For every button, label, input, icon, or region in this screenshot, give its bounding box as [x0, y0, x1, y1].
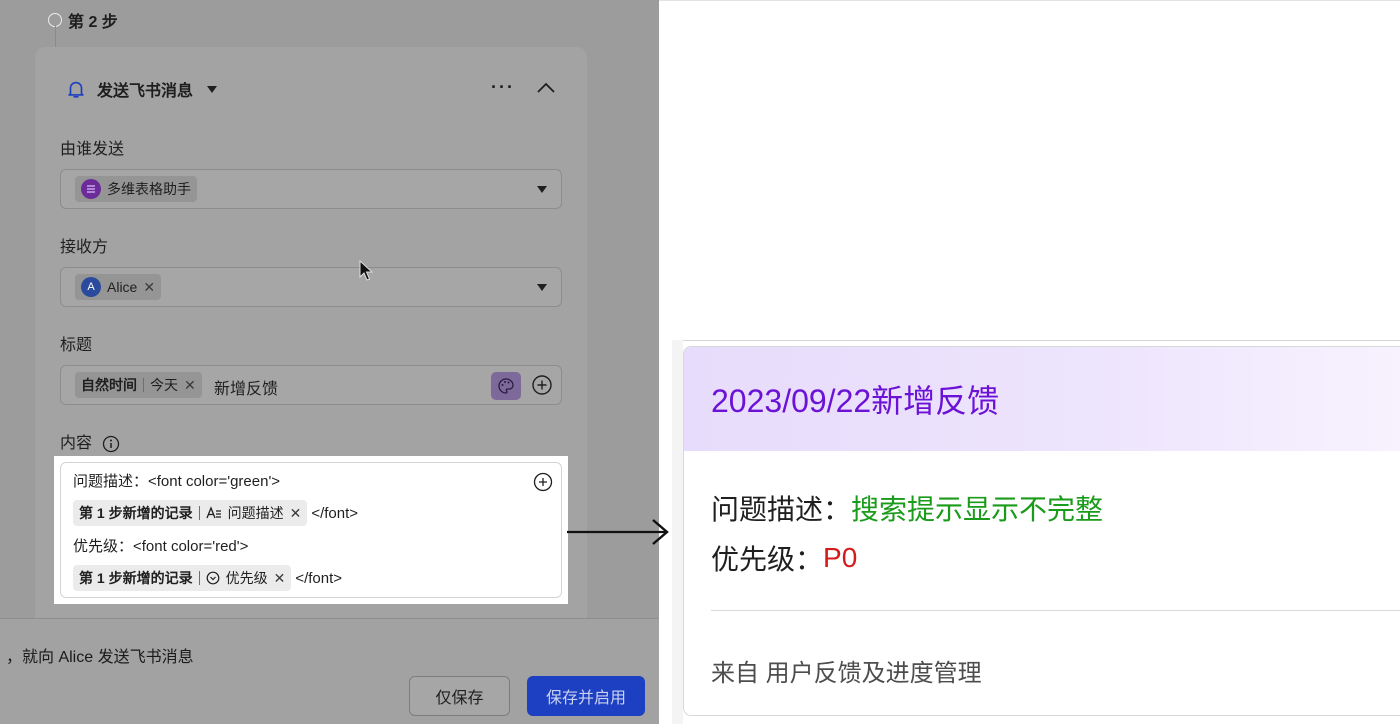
content-line-3: 优先级：<font color='red'> — [73, 535, 248, 556]
preview-line-description: 问题描述： 搜索提示显示不完整 — [711, 483, 1103, 533]
style-palette-button[interactable] — [491, 372, 521, 400]
title-text: 新增反馈 — [214, 381, 279, 398]
chip-field-name: 优先级 — [225, 570, 268, 586]
save-and-enable-button[interactable]: 保存并启用 — [527, 676, 645, 716]
step-label: 第 2 步 — [68, 14, 118, 31]
content-line-2-text: </font> — [311, 504, 359, 522]
sender-select[interactable]: 多维表格助手 — [60, 169, 562, 209]
automation-editor-panel: 第 2 步 发送飞书消息 ··· 由谁发送 多维表格助手 接收方 A Alice… — [0, 0, 659, 724]
receiver-select[interactable]: A Alice ✕ — [60, 267, 562, 307]
preview-line-priority: 优先级： P0 — [711, 533, 1103, 583]
receiver-name: Alice — [107, 279, 138, 295]
action-header[interactable]: 发送飞书消息 — [65, 77, 218, 101]
automation-summary: ，就向 Alice 发送飞书消息 — [6, 649, 194, 666]
content-line-1: 问题描述：<font color='green'> — [73, 470, 280, 491]
content-editor[interactable]: 问题描述：<font color='green'> 第 1 步新增的记录 问题描… — [60, 462, 562, 598]
more-options-button[interactable]: ··· — [491, 77, 515, 98]
text-field-icon — [205, 506, 221, 519]
remove-date-close-icon[interactable]: ✕ — [184, 377, 196, 394]
remove-field-close-icon[interactable]: ✕ — [290, 505, 302, 522]
mouse-cursor-icon — [359, 260, 374, 281]
content-line-4: 第 1 步新增的记录 优先级 ✕ </font> — [73, 565, 342, 591]
chevron-up-icon[interactable] — [535, 80, 557, 96]
action-title: 发送飞书消息 — [97, 83, 194, 100]
chip-separator — [198, 571, 200, 585]
title-chip-main: 自然时间 — [81, 377, 137, 393]
preview-value-priority: P0 — [823, 542, 858, 573]
content-label: 内容 — [60, 435, 93, 452]
sender-label: 由谁发送 — [60, 141, 125, 158]
title-label: 标题 — [60, 337, 93, 354]
content-line-1-text: 问题描述：<font color='green'> — [73, 473, 281, 490]
sender-dropdown-icon[interactable] — [537, 186, 547, 193]
action-type-dropdown-icon[interactable] — [207, 85, 218, 93]
bot-avatar-icon — [81, 179, 101, 199]
save-button[interactable]: 仅保存 — [409, 676, 510, 716]
chip-separator — [143, 378, 144, 392]
title-date-chip: 自然时间 今天 ✕ — [75, 372, 202, 398]
chip-step-source: 第 1 步新增的记录 — [79, 505, 193, 521]
preview-source[interactable]: 来自 用户反馈及进度管理 — [711, 653, 982, 688]
preview-title: 2023/09/22新增反馈 — [711, 383, 1000, 419]
content-line-3-text: 优先级：<font color='red'> — [73, 538, 249, 555]
title-input[interactable]: 自然时间 今天 ✕ 新增反馈 — [60, 365, 562, 405]
screenshot-root: 第 2 步 发送飞书消息 ··· 由谁发送 多维表格助手 接收方 A Alice… — [0, 0, 1400, 724]
preview-label-priority: 优先级： — [711, 544, 824, 575]
title-chip-sub: 今天 — [150, 377, 178, 393]
record-field-chip[interactable]: 第 1 步新增的记录 优先级 ✕ — [73, 565, 292, 591]
editor-footer: ，就向 Alice 发送飞书消息 仅保存 保存并启用 — [0, 618, 659, 724]
preview-value-description: 搜索提示显示不完整 — [851, 494, 1104, 525]
sender-name: 多维表格助手 — [107, 181, 191, 197]
receiver-label: 接收方 — [60, 239, 109, 256]
preview-header: 2023/09/22新增反馈 — [684, 347, 1400, 451]
bell-icon — [68, 81, 84, 98]
step-header: 第 2 步 — [48, 8, 118, 32]
feishu-message-preview-card: 2023/09/22新增反馈 问题描述： 搜索提示显示不完整 优先级： P0 来… — [683, 346, 1400, 716]
preview-divider — [711, 610, 1400, 611]
preview-frame-side — [672, 340, 683, 724]
content-label-row: 内容 — [60, 429, 120, 453]
receiver-chip: A Alice ✕ — [75, 274, 162, 300]
content-editor-highlight: 问题描述：<font color='green'> 第 1 步新增的记录 问题描… — [54, 456, 568, 604]
content-line-4-text: </font> — [295, 569, 343, 587]
remove-receiver-close-icon[interactable]: ✕ — [143, 279, 155, 296]
add-content-variable-plus-icon[interactable] — [533, 472, 553, 492]
preview-body: 问题描述： 搜索提示显示不完整 优先级： P0 — [711, 483, 1103, 583]
add-variable-plus-icon[interactable] — [531, 374, 553, 396]
sender-chip: 多维表格助手 — [75, 176, 197, 202]
arrow-right-icon — [567, 519, 669, 545]
preview-frame-top — [672, 340, 1400, 341]
remove-field-close-icon[interactable]: ✕ — [274, 570, 286, 587]
step-connector-line — [55, 25, 56, 47]
single-select-field-icon — [206, 571, 219, 585]
record-field-chip[interactable]: 第 1 步新增的记录 问题描述 ✕ — [73, 500, 308, 526]
receiver-dropdown-icon[interactable] — [537, 284, 547, 291]
palette-icon — [498, 378, 514, 394]
chip-step-source: 第 1 步新增的记录 — [79, 570, 193, 586]
preview-label-description: 问题描述： — [711, 494, 852, 525]
chip-field-name: 问题描述 — [227, 505, 284, 521]
user-avatar: A — [81, 277, 101, 297]
frame-border — [659, 0, 1400, 1]
chip-separator — [198, 506, 200, 520]
info-icon[interactable] — [102, 435, 120, 453]
content-line-2: 第 1 步新增的记录 问题描述 ✕ </font> — [73, 500, 358, 526]
